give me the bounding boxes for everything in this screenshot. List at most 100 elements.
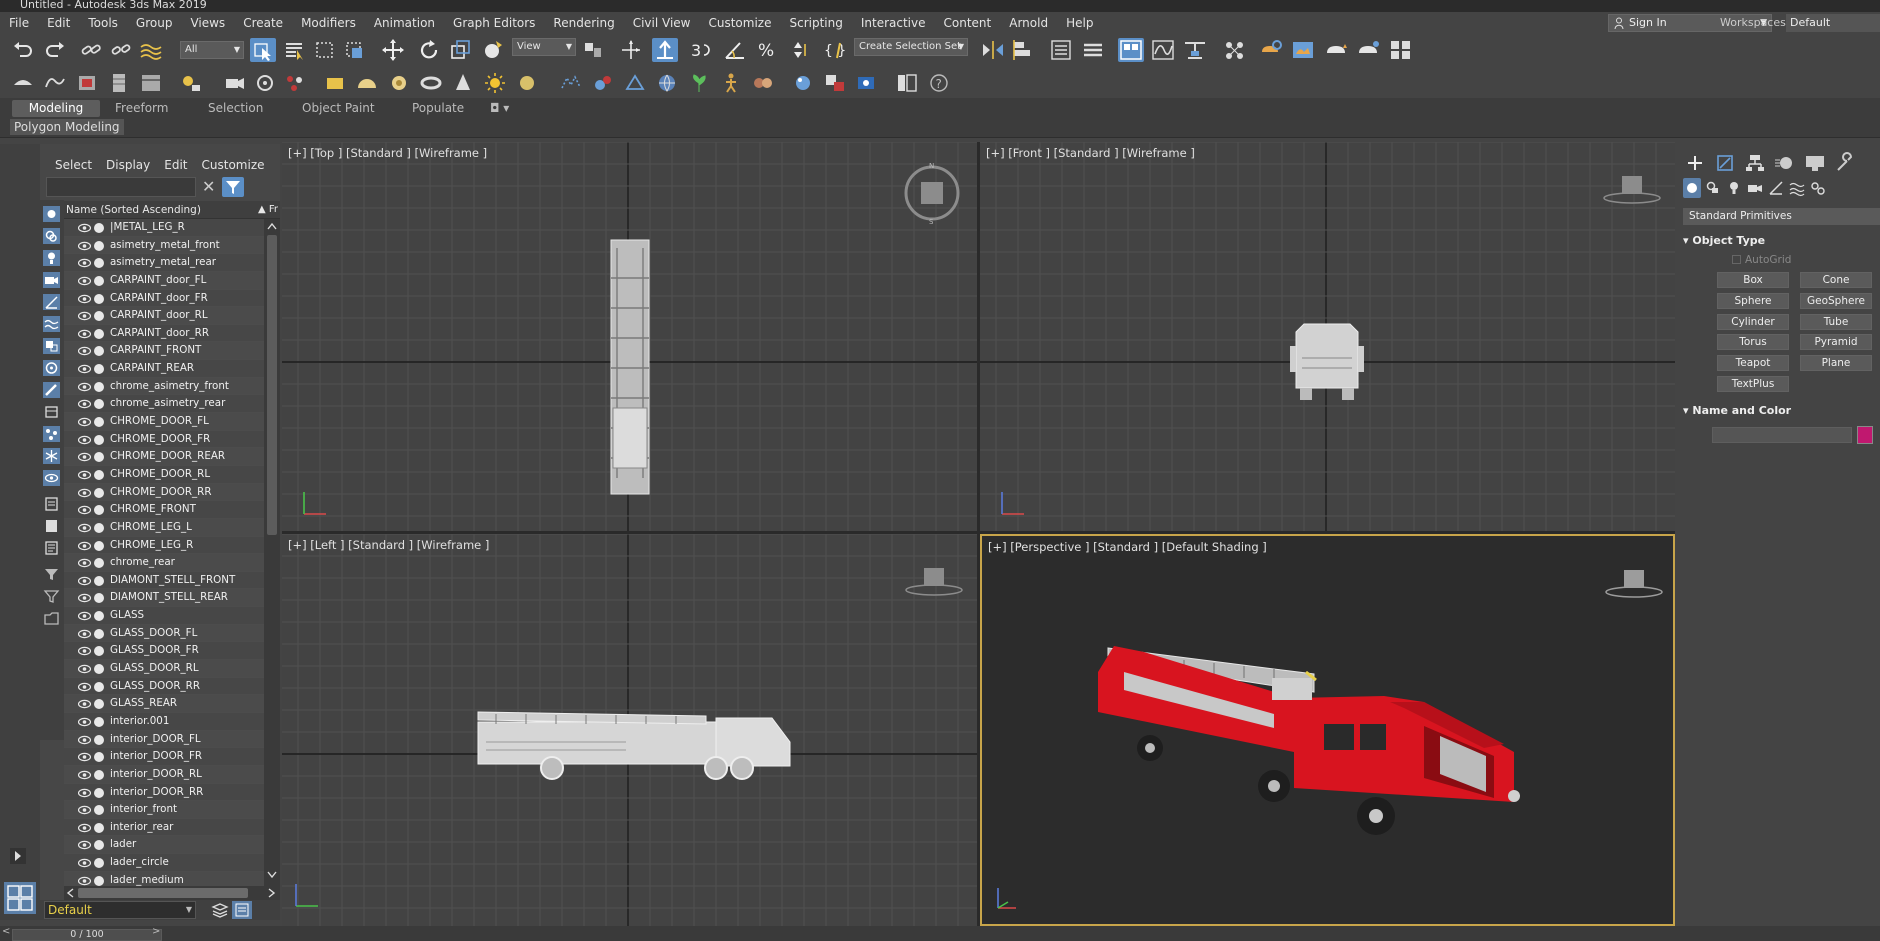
display-space-warps-icon[interactable]	[43, 316, 60, 332]
visibility-eye-icon[interactable]	[78, 257, 91, 269]
list-item[interactable]: CHROME_DOOR_RR	[64, 483, 264, 502]
next-frame-icon[interactable]: >	[152, 926, 160, 937]
window-crossing-icon[interactable]	[342, 38, 368, 62]
display-helpers-icon[interactable]	[43, 294, 60, 310]
selection-set-icon[interactable]	[43, 610, 60, 626]
bind-space-warp-icon[interactable]	[138, 38, 164, 62]
biped-icon[interactable]	[718, 71, 744, 95]
object-type-rollout[interactable]: ▾ Object Type	[1683, 234, 1880, 247]
visibility-eye-icon[interactable]	[78, 557, 91, 569]
freeze-toggle-icon[interactable]	[94, 769, 104, 780]
ribbon-tab-object-paint[interactable]: Object Paint	[302, 100, 375, 117]
visibility-eye-icon[interactable]	[78, 345, 91, 357]
material-sphere-icon[interactable]	[790, 71, 816, 95]
reference-coordinate-dropdown[interactable]: View ▼	[512, 38, 576, 56]
list-item[interactable]: interior.001	[64, 713, 264, 731]
list-item[interactable]: interior_DOOR_RL	[64, 765, 264, 784]
display-containers-icon[interactable]	[43, 404, 60, 420]
list-item[interactable]: interior_DOOR_RR	[64, 784, 264, 802]
hemisphere-icon[interactable]	[354, 71, 380, 95]
help-icon[interactable]: ?	[926, 71, 952, 95]
torus-primitive-icon[interactable]	[418, 71, 444, 95]
systems-category-icon[interactable]	[1809, 178, 1827, 198]
filter-options-icon[interactable]	[43, 588, 60, 604]
freeze-toggle-icon[interactable]	[94, 575, 104, 586]
viewport-label-front[interactable]: [+] [Front ] [Standard ] [Wireframe ]	[986, 146, 1195, 160]
freeze-toggle-icon[interactable]	[94, 258, 104, 269]
spinner-snap-icon[interactable]	[786, 38, 812, 62]
menu-scripting[interactable]: Scripting	[780, 16, 851, 30]
se-menu-select[interactable]: Select	[48, 154, 99, 176]
visibility-eye-icon[interactable]	[78, 663, 91, 675]
visibility-eye-icon[interactable]	[78, 716, 91, 728]
visibility-eye-icon[interactable]	[78, 857, 91, 869]
menu-interactive[interactable]: Interactive	[852, 16, 935, 30]
display-geometry-icon[interactable]	[43, 206, 60, 222]
visibility-eye-icon[interactable]	[78, 451, 91, 463]
visibility-eye-icon[interactable]	[78, 592, 91, 604]
freeze-toggle-icon[interactable]	[94, 840, 104, 851]
display-tab-icon[interactable]	[1803, 152, 1827, 174]
list-item[interactable]: DIAMONT_STELL_FRONT	[64, 572, 264, 590]
freeze-toggle-icon[interactable]	[94, 558, 104, 569]
display-groups-icon[interactable]	[43, 338, 60, 354]
list-item[interactable]: CHROME_DOOR_FL	[64, 413, 264, 431]
layer-explorer-icon[interactable]	[1080, 38, 1106, 62]
primitive-category-dropdown[interactable]: Standard Primitives	[1683, 208, 1880, 225]
menu-create[interactable]: Create	[234, 16, 292, 30]
container-icon[interactable]	[10, 71, 36, 95]
viewport-left[interactable]: [+] [Left ] [Standard ] [Wireframe ]	[282, 534, 977, 926]
select-manipulate-icon[interactable]	[618, 38, 644, 62]
toggle-scene-explorer-icon[interactable]	[1048, 38, 1074, 62]
viewport-top[interactable]: [+] [Top ] [Standard ] [Wireframe ] NS	[282, 142, 977, 531]
list-item[interactable]: GLASS_DOOR_RR	[64, 678, 264, 696]
list-item[interactable]: CARPAINT_door_FR	[64, 290, 264, 308]
rotate-icon[interactable]	[416, 38, 442, 62]
populate-icon[interactable]	[750, 71, 776, 95]
freeze-toggle-icon[interactable]	[94, 699, 104, 710]
list-item[interactable]: GLASS_DOOR_FR	[64, 642, 264, 661]
freeze-toggle-icon[interactable]	[94, 452, 104, 463]
sort-by-hierarchy-icon[interactable]	[232, 901, 252, 919]
particles-icon[interactable]	[282, 71, 308, 95]
undo-icon[interactable]	[10, 38, 36, 62]
freeze-toggle-icon[interactable]	[94, 522, 104, 533]
list-item[interactable]: |METAL_LEG_R	[64, 219, 264, 237]
mirror-icon[interactable]	[980, 38, 1006, 62]
scene-list-horizontal-scrollbar[interactable]	[64, 886, 280, 900]
clear-search-icon[interactable]: ✕	[202, 178, 215, 196]
pivot-center-icon[interactable]	[580, 38, 606, 62]
freeze-toggle-icon[interactable]	[94, 611, 104, 622]
list-item[interactable]: GLASS_DOOR_FL	[64, 624, 264, 643]
visibility-eye-icon[interactable]	[78, 310, 91, 322]
scroll-up-icon[interactable]	[267, 222, 277, 230]
box-primitive-icon[interactable]	[322, 71, 348, 95]
visibility-eye-icon[interactable]	[78, 734, 91, 746]
list-item[interactable]: GLASS_REAR	[64, 695, 264, 713]
se-menu-display[interactable]: Display	[99, 154, 157, 176]
sphere-button[interactable]: Sphere	[1717, 293, 1789, 309]
visibility-eye-icon[interactable]	[78, 681, 91, 693]
move-icon[interactable]	[380, 38, 406, 62]
scroll-left-icon[interactable]	[66, 888, 74, 898]
list-item[interactable]: CHROME_DOOR_REAR	[64, 448, 264, 466]
visibility-eye-icon[interactable]	[78, 522, 91, 534]
sun-icon[interactable]	[482, 71, 508, 95]
freeze-toggle-icon[interactable]	[94, 646, 104, 657]
object-color-swatch[interactable]	[1857, 426, 1873, 444]
visibility-eye-icon[interactable]	[78, 487, 91, 499]
cylinder-button[interactable]: Cylinder	[1717, 314, 1789, 330]
display-bones-icon[interactable]	[43, 382, 60, 398]
menu-graph-editors[interactable]: Graph Editors	[444, 16, 544, 30]
visibility-eye-icon[interactable]	[78, 240, 91, 252]
viewcube-icon[interactable]	[899, 562, 965, 602]
display-lights-icon[interactable]	[43, 250, 60, 266]
menu-help[interactable]: Help	[1057, 16, 1102, 30]
freeze-toggle-icon[interactable]	[94, 734, 104, 745]
scene-search-input[interactable]	[46, 177, 196, 197]
list-item[interactable]: CHROME_FRONT	[64, 501, 264, 519]
scene-list-vertical-scrollbar[interactable]	[264, 219, 280, 886]
hierarchy-tab-icon[interactable]	[1743, 152, 1767, 174]
textplus-button[interactable]: TextPlus	[1717, 376, 1789, 392]
angle-snap-icon[interactable]	[722, 38, 748, 62]
